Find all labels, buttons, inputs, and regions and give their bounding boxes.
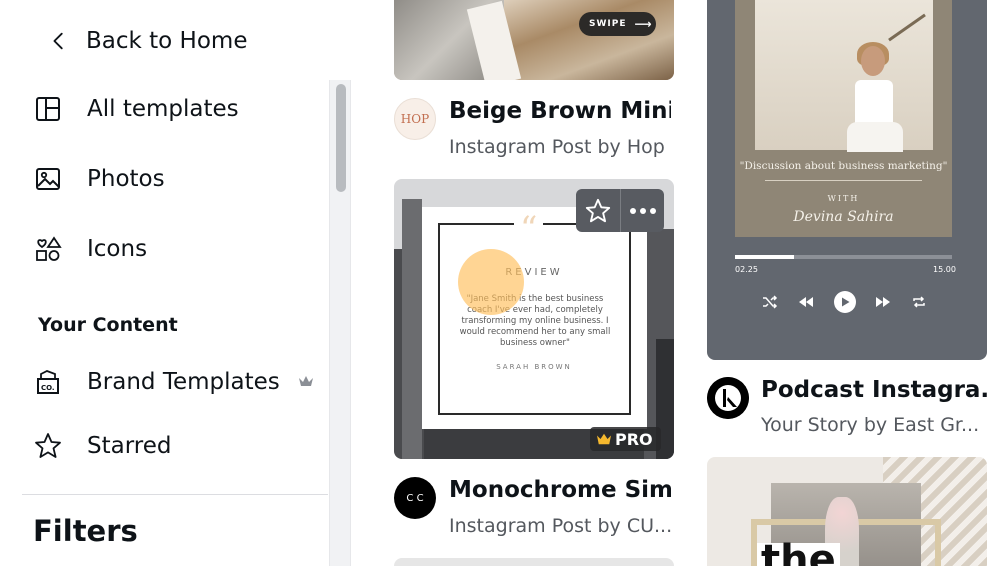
sidebar-item-starred[interactable]: Starred bbox=[32, 424, 322, 468]
building bbox=[402, 199, 422, 459]
east-logo-icon bbox=[707, 377, 749, 419]
touch-indicator bbox=[458, 249, 524, 315]
arrow-right-icon: ⟶ bbox=[634, 17, 653, 31]
swipe-label: SWIPE ⟶ bbox=[579, 12, 656, 36]
avatar-text: C C bbox=[406, 492, 424, 504]
template-title[interactable]: Beige Brown Mini... bbox=[449, 98, 671, 124]
thumbnail-actions bbox=[576, 189, 664, 232]
shapes-icon bbox=[32, 233, 64, 265]
sidebar-item-brand-templates[interactable]: CO. Brand Templates bbox=[32, 360, 322, 404]
filters-heading: Filters bbox=[33, 514, 138, 548]
svg-text:CO.: CO. bbox=[41, 384, 55, 392]
sidebar-item-photos[interactable]: Photos bbox=[32, 157, 322, 201]
sidebar-item-icons[interactable]: Icons bbox=[32, 227, 322, 271]
star-icon bbox=[32, 430, 64, 462]
your-content-heading: Your Content bbox=[38, 314, 178, 336]
template-thumbnail-statue[interactable]: the bbox=[707, 457, 987, 566]
back-to-home-label: Back to Home bbox=[86, 28, 248, 54]
more-options-button[interactable] bbox=[620, 189, 664, 232]
quote-icon: “ bbox=[514, 209, 544, 249]
template-title[interactable]: Podcast Instagra... bbox=[761, 377, 987, 403]
progress-fill bbox=[735, 255, 794, 259]
creator-avatar[interactable]: HOP bbox=[394, 98, 436, 140]
avatar-text: HOP bbox=[400, 112, 430, 126]
template-title[interactable]: Monochrome Sim... bbox=[449, 477, 671, 503]
sidebar-scrollbar[interactable] bbox=[329, 80, 351, 566]
podcast-host: Devina Sahira bbox=[793, 209, 894, 225]
pro-badge: PRO bbox=[590, 427, 661, 451]
rewind-icon bbox=[798, 297, 813, 307]
template-thumbnail-beige-brown[interactable]: SWIPE ⟶ bbox=[394, 0, 674, 80]
sidebar-divider bbox=[22, 494, 328, 495]
flower-shape bbox=[888, 13, 926, 42]
template-subtitle: Instagram Post by CU... bbox=[449, 515, 673, 537]
swipe-text: SWIPE bbox=[589, 19, 627, 29]
play-button bbox=[833, 291, 856, 313]
brand-kit-icon: CO. bbox=[32, 366, 64, 398]
review-title: REVIEW bbox=[505, 267, 563, 278]
repeat-icon bbox=[913, 296, 925, 308]
sidebar-item-label: Starred bbox=[87, 433, 172, 459]
template-thumbnail-monochrome[interactable]: “ REVIEW "Jane Smith is the best busines… bbox=[394, 179, 674, 459]
sidebar-item-label: Brand Templates bbox=[87, 369, 280, 395]
creator-avatar[interactable] bbox=[707, 377, 749, 419]
person-shape bbox=[847, 122, 903, 152]
star-button[interactable] bbox=[576, 189, 620, 232]
sidebar: Back to Home All templates Photos Icons … bbox=[0, 0, 352, 566]
template-thumbnail-podcast[interactable]: "Discussion about business marketing" WI… bbox=[707, 0, 987, 360]
scrollbar-thumb[interactable] bbox=[336, 84, 346, 192]
back-to-home-link[interactable]: Back to Home bbox=[48, 24, 247, 58]
podcast-progress-bar bbox=[735, 255, 952, 259]
podcast-divider bbox=[765, 180, 922, 181]
chevron-left-icon bbox=[53, 32, 63, 50]
crown-icon bbox=[299, 376, 313, 386]
podcast-photo bbox=[755, 0, 933, 152]
review-author: SARAH BROWN bbox=[496, 363, 572, 371]
template-subtitle: Your Story by East Gr... bbox=[761, 414, 980, 436]
fast-forward-icon bbox=[876, 297, 891, 307]
sidebar-item-label: Photos bbox=[87, 166, 165, 192]
podcast-quote: "Discussion about business marketing" bbox=[739, 160, 948, 172]
person-shape bbox=[861, 46, 885, 76]
podcast-with: WITH bbox=[827, 194, 860, 203]
pro-label: PRO bbox=[615, 429, 653, 449]
player-controls bbox=[762, 290, 927, 314]
play-icon bbox=[841, 297, 849, 307]
time-end: 15.00 bbox=[933, 265, 956, 274]
time-start: 02.25 bbox=[735, 265, 758, 274]
more-icon bbox=[629, 207, 656, 214]
sidebar-item-all-templates[interactable]: All templates bbox=[32, 87, 322, 131]
crown-icon bbox=[597, 433, 611, 445]
creator-avatar[interactable]: C C bbox=[394, 477, 436, 519]
star-icon bbox=[585, 198, 611, 222]
template-subtitle: Instagram Post by Hop bbox=[449, 136, 665, 158]
thumb-text: the bbox=[757, 540, 840, 566]
shuffle-icon bbox=[763, 295, 778, 309]
layout-icon bbox=[32, 93, 64, 125]
template-thumbnail-partial[interactable] bbox=[394, 558, 674, 566]
image-icon bbox=[32, 163, 64, 195]
sidebar-item-label: Icons bbox=[87, 236, 148, 262]
sidebar-item-label: All templates bbox=[87, 96, 239, 122]
